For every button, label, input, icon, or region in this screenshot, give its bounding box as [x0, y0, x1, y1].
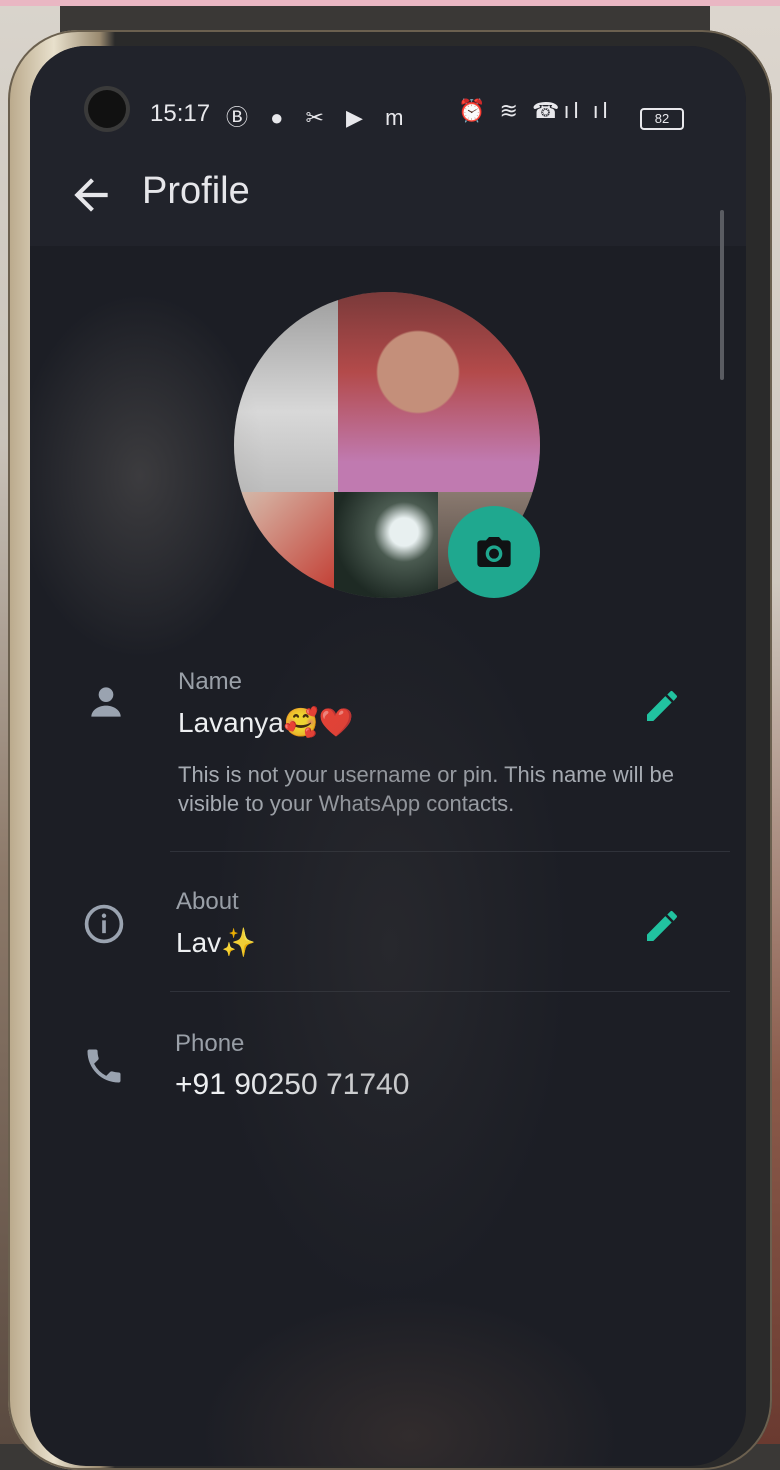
pencil-icon[interactable] [642, 906, 682, 946]
notification-icons: Ⓑ ● ✂ ▶ m [226, 105, 412, 130]
phone-value: +91 90250 71740 [175, 1068, 410, 1101]
name-value: Lavanya🥰❤️ [178, 707, 354, 738]
photo-tile [338, 292, 540, 492]
battery-icon: 82 [640, 108, 684, 130]
system-status-icons: ⏰ ≋ ☎ıl ıl [458, 98, 612, 123]
phone-icon [87, 1049, 121, 1083]
photo-tile [234, 292, 338, 492]
camera-icon [477, 537, 511, 567]
person-icon [91, 687, 121, 717]
app-bar: Profile [30, 146, 746, 246]
divider [170, 851, 730, 852]
photo-top-strip [0, 0, 780, 6]
status-time: 15:17 [150, 100, 211, 127]
phone-screen: 15:17 Ⓑ ● ✂ ▶ m ⏰ ≋ ☎ıl ıl 82 Profile Na… [30, 46, 746, 1466]
pencil-icon[interactable] [642, 686, 682, 726]
page-title: Profile [142, 170, 250, 212]
change-photo-button[interactable] [448, 506, 540, 598]
back-button[interactable] [66, 170, 116, 220]
photo-tile [234, 492, 334, 598]
scrollbar[interactable] [720, 210, 724, 380]
back-arrow-icon [74, 178, 108, 212]
photo-tile [334, 492, 438, 598]
front-camera [88, 90, 126, 128]
about-label: About [176, 888, 239, 915]
name-hint: This is not your username or pin. This n… [178, 762, 675, 816]
info-icon [84, 904, 124, 944]
about-value: Lav✨ [176, 927, 257, 958]
name-label: Name [178, 668, 243, 695]
phone-label: Phone [175, 1030, 245, 1057]
divider [170, 991, 730, 992]
